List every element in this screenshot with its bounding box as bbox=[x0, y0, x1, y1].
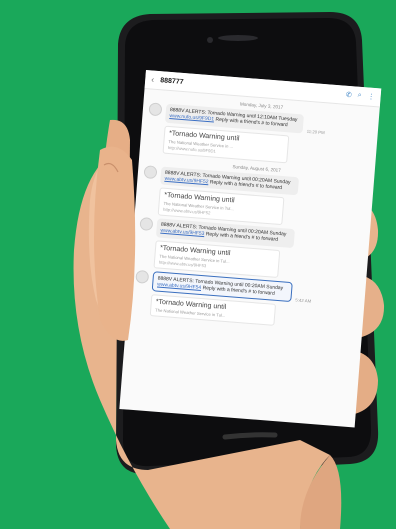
messages-screen: ‹ 888777 ✆ ⌕ ⋮ Monday, July 3, 2017 8888V… bbox=[119, 70, 382, 428]
search-icon[interactable]: ⌕ bbox=[357, 92, 361, 100]
back-arrow-icon[interactable]: ‹ bbox=[151, 74, 155, 84]
avatar bbox=[135, 269, 150, 284]
avatar bbox=[139, 217, 154, 231]
avatar bbox=[148, 102, 163, 117]
phone-icon[interactable]: ✆ bbox=[346, 91, 352, 99]
link-preview[interactable]: *Tornado Warning until The National Weath… bbox=[162, 125, 290, 163]
avatar bbox=[143, 164, 158, 179]
message-thread: Monday, July 3, 2017 8888V ALERTS: Tornad… bbox=[127, 94, 380, 333]
message-time: 11:20 PM bbox=[306, 128, 325, 135]
message-time: 5:42 AM bbox=[295, 297, 312, 304]
more-icon[interactable]: ⋮ bbox=[367, 92, 375, 101]
